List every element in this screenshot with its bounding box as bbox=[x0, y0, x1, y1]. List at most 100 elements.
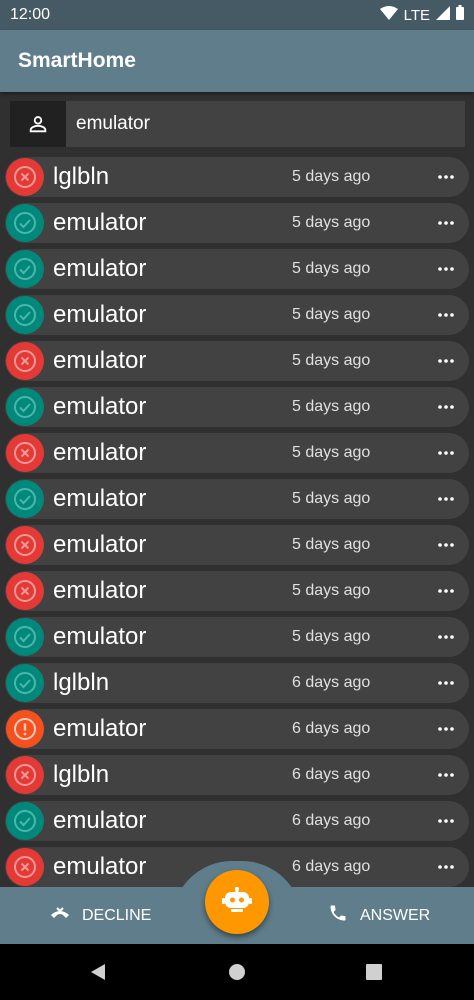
more-options-icon[interactable] bbox=[431, 438, 461, 468]
event-device-name: lglbln bbox=[53, 761, 110, 788]
event-device-name: emulator bbox=[53, 623, 147, 650]
check-circle-icon bbox=[6, 802, 44, 840]
app-title: SmartHome bbox=[18, 49, 136, 72]
event-row[interactable]: emulator 6 days ago bbox=[5, 801, 469, 841]
status-bar: 12:00 LTE bbox=[0, 0, 474, 30]
signal-icon bbox=[436, 5, 450, 25]
check-circle-icon bbox=[6, 618, 44, 656]
check-circle-icon bbox=[6, 388, 44, 426]
event-device-name: emulator bbox=[53, 715, 147, 742]
more-options-icon[interactable] bbox=[431, 852, 461, 882]
event-time: 5 days ago bbox=[292, 398, 371, 415]
more-options-icon[interactable] bbox=[431, 576, 461, 606]
person-icon[interactable] bbox=[10, 101, 66, 147]
event-device-name: emulator bbox=[53, 209, 147, 236]
decline-button[interactable]: DECLINE bbox=[50, 887, 151, 944]
event-time: 5 days ago bbox=[292, 444, 371, 461]
network-type: LTE bbox=[403, 6, 430, 24]
error-circle-icon bbox=[6, 572, 44, 610]
event-row[interactable]: emulator 5 days ago bbox=[5, 433, 469, 473]
event-device-name: emulator bbox=[53, 393, 147, 420]
home-button[interactable] bbox=[225, 960, 249, 984]
event-time: 6 days ago bbox=[292, 858, 371, 875]
check-circle-icon bbox=[6, 296, 44, 334]
status-icons: LTE bbox=[379, 5, 464, 25]
event-time: 6 days ago bbox=[292, 812, 371, 829]
error-circle-icon bbox=[6, 342, 44, 380]
more-options-icon[interactable] bbox=[431, 806, 461, 836]
more-options-icon[interactable] bbox=[431, 760, 461, 790]
error-circle-icon bbox=[6, 434, 44, 472]
event-time: 5 days ago bbox=[292, 214, 371, 231]
event-device-name: emulator bbox=[53, 531, 147, 558]
more-options-icon[interactable] bbox=[431, 484, 461, 514]
alert-circle-icon bbox=[6, 710, 44, 748]
more-options-icon[interactable] bbox=[431, 392, 461, 422]
system-nav-bar bbox=[0, 944, 474, 1000]
event-device-name: lglbln bbox=[53, 163, 110, 190]
more-options-icon[interactable] bbox=[431, 668, 461, 698]
screen: 12:00 LTE SmartHome emulator lglbln 5 day… bbox=[0, 0, 474, 1000]
phone-icon bbox=[328, 903, 348, 928]
more-options-icon[interactable] bbox=[431, 346, 461, 376]
event-row[interactable]: emulator 5 days ago bbox=[5, 341, 469, 381]
filter-input[interactable]: emulator bbox=[66, 101, 465, 147]
event-time: 5 days ago bbox=[292, 628, 371, 645]
more-options-icon[interactable] bbox=[431, 714, 461, 744]
event-time: 5 days ago bbox=[292, 260, 371, 277]
event-time: 6 days ago bbox=[292, 766, 371, 783]
event-device-name: emulator bbox=[53, 485, 147, 512]
event-device-name: emulator bbox=[53, 255, 147, 282]
event-device-name: emulator bbox=[53, 577, 147, 604]
event-time: 5 days ago bbox=[292, 168, 371, 185]
robot-icon bbox=[222, 886, 252, 918]
event-row[interactable]: emulator 5 days ago bbox=[5, 525, 469, 565]
event-row[interactable]: lglbln 6 days ago bbox=[5, 755, 469, 795]
event-device-name: lglbln bbox=[53, 669, 110, 696]
event-device-name: emulator bbox=[53, 439, 147, 466]
event-time: 5 days ago bbox=[292, 306, 371, 323]
wifi-icon bbox=[379, 5, 398, 25]
error-circle-icon bbox=[6, 756, 44, 794]
event-row[interactable]: emulator 5 days ago bbox=[5, 295, 469, 335]
more-options-icon[interactable] bbox=[431, 162, 461, 192]
event-row[interactable]: emulator 5 days ago bbox=[5, 617, 469, 657]
event-row[interactable]: emulator 5 days ago bbox=[5, 571, 469, 611]
event-device-name: emulator bbox=[53, 347, 147, 374]
more-options-icon[interactable] bbox=[431, 208, 461, 238]
event-row[interactable]: emulator 5 days ago bbox=[5, 249, 469, 289]
battery-icon bbox=[456, 5, 464, 25]
more-options-icon[interactable] bbox=[431, 300, 461, 330]
more-options-icon[interactable] bbox=[431, 622, 461, 652]
status-time: 12:00 bbox=[10, 6, 51, 23]
event-row[interactable]: emulator 5 days ago bbox=[5, 479, 469, 519]
check-circle-icon bbox=[6, 250, 44, 288]
event-row[interactable]: lglbln 6 days ago bbox=[5, 663, 469, 703]
event-time: 5 days ago bbox=[292, 352, 371, 369]
event-list: lglbln 5 days ago emulator 5 days ago emulat… bbox=[5, 157, 469, 887]
event-time: 5 days ago bbox=[292, 490, 371, 507]
check-circle-icon bbox=[6, 204, 44, 242]
robot-fab[interactable] bbox=[205, 870, 269, 934]
call-end-icon bbox=[50, 906, 70, 925]
user-filter[interactable]: emulator bbox=[10, 101, 465, 147]
decline-label: DECLINE bbox=[82, 906, 152, 924]
event-row[interactable]: emulator 5 days ago bbox=[5, 387, 469, 427]
error-circle-icon bbox=[6, 848, 44, 886]
event-row[interactable]: lglbln 5 days ago bbox=[5, 157, 469, 197]
event-row[interactable]: emulator 5 days ago bbox=[5, 203, 469, 243]
more-options-icon[interactable] bbox=[431, 530, 461, 560]
back-button[interactable] bbox=[86, 960, 110, 984]
event-time: 6 days ago bbox=[292, 674, 371, 691]
answer-label: ANSWER bbox=[360, 906, 431, 924]
event-time: 5 days ago bbox=[292, 536, 371, 553]
event-device-name: emulator bbox=[53, 301, 147, 328]
event-time: 5 days ago bbox=[292, 582, 371, 599]
answer-button[interactable]: ANSWER bbox=[328, 887, 430, 944]
event-row[interactable]: emulator 6 days ago bbox=[5, 709, 469, 749]
recents-button[interactable] bbox=[362, 960, 386, 984]
more-options-icon[interactable] bbox=[431, 254, 461, 284]
error-circle-icon bbox=[6, 158, 44, 196]
check-circle-icon bbox=[6, 664, 44, 702]
event-device-name: emulator bbox=[53, 807, 147, 834]
